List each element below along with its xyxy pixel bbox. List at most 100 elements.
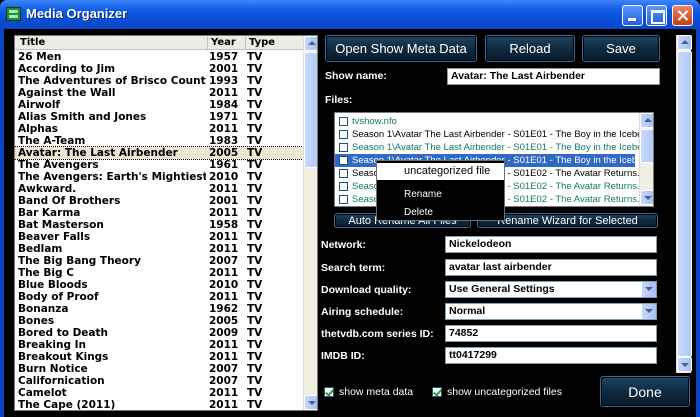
context-menu-delete[interactable]: Delete xyxy=(404,207,433,218)
table-row[interactable]: Against the Wall 2011 TV xyxy=(15,87,303,99)
table-row[interactable]: According to Jim 2001 TV xyxy=(15,63,303,75)
table-row[interactable]: Breakout Kings 2011 TV xyxy=(15,351,303,363)
chevron-down-icon[interactable] xyxy=(641,304,656,319)
table-row[interactable]: Bored to Death 2009 TV xyxy=(15,327,303,339)
show-list[interactable]: Title Year Type 26 Men 1957 TV According to… xyxy=(14,35,318,411)
table-row[interactable]: The Big Bang Theory 2007 TV xyxy=(15,255,303,267)
file-checkbox[interactable] xyxy=(339,169,348,178)
list-item[interactable]: Season 1\Avatar The Last Airbender - S01… xyxy=(335,141,653,154)
show-name-field[interactable]: Avatar: The Last Airbender xyxy=(447,68,660,85)
table-row[interactable]: The A-Team 1983 TV xyxy=(15,135,303,147)
table-row[interactable]: Bedlam 2011 TV xyxy=(15,243,303,255)
table-row[interactable]: Awkward. 2011 TV xyxy=(15,183,303,195)
list-item[interactable]: tvshow.nfo xyxy=(335,115,635,128)
minimize-icon[interactable] xyxy=(622,5,643,26)
scroll-up-icon[interactable] xyxy=(677,35,692,50)
cell-title: Body of Proof xyxy=(18,291,99,303)
table-row[interactable]: Bones 2005 TV xyxy=(15,315,303,327)
list-scrollbar[interactable] xyxy=(303,36,317,410)
context-menu-rename[interactable]: Rename xyxy=(404,189,442,200)
table-row[interactable]: Alphas 2011 TV xyxy=(15,123,303,135)
cell-type: TV xyxy=(247,123,263,135)
window-title: Media Organizer xyxy=(26,6,128,21)
table-row[interactable]: The Adventures of Brisco County, Jr.1993… xyxy=(15,75,303,87)
table-row[interactable]: Avatar: The Last Airbender 2005 TV xyxy=(15,146,304,160)
cell-type: TV xyxy=(247,363,263,375)
imdb-id-field[interactable]: tt0417299 xyxy=(445,347,657,364)
scroll-down-icon[interactable] xyxy=(640,190,653,205)
list-header: Title Year Type xyxy=(15,36,303,50)
table-row[interactable]: Blue Bloods 2010 TV xyxy=(15,279,303,291)
cell-title: Awkward. xyxy=(18,183,77,195)
scroll-thumb[interactable] xyxy=(677,51,692,357)
show-meta-data-checkbox[interactable] xyxy=(324,387,334,397)
cell-type: TV xyxy=(247,327,263,339)
cell-year: 1958 xyxy=(209,219,239,231)
table-row[interactable]: The Avengers: Earth's Mightiest Her...20… xyxy=(15,171,303,183)
table-row[interactable]: Breaking In 2011 TV xyxy=(15,339,303,351)
table-row[interactable]: Band Of Brothers 2001 TV xyxy=(15,195,303,207)
column-header-type[interactable]: Type xyxy=(249,37,275,48)
column-divider[interactable] xyxy=(245,37,246,49)
table-row[interactable]: Californication 2007 TV xyxy=(15,375,303,387)
scroll-up-icon[interactable] xyxy=(304,36,317,51)
cell-title: The A-Team xyxy=(18,135,86,147)
table-row[interactable]: Bonanza 1962 TV xyxy=(15,303,303,315)
show-uncategorized-checkbox[interactable] xyxy=(432,387,442,397)
save-button[interactable]: Save xyxy=(582,35,660,62)
file-checkbox[interactable] xyxy=(339,195,348,204)
table-row[interactable]: Beaver Falls 2011 TV xyxy=(15,231,303,243)
table-row[interactable]: Burn Notice 2007 TV xyxy=(15,363,303,375)
reload-button[interactable]: Reload xyxy=(485,35,575,62)
scroll-thumb[interactable] xyxy=(304,52,317,168)
file-name: tvshow.nfo xyxy=(352,116,397,127)
cell-type: TV xyxy=(247,351,263,363)
scroll-up-icon[interactable] xyxy=(640,113,653,128)
cell-type: TV xyxy=(247,111,263,123)
files-scrollbar[interactable] xyxy=(639,113,653,206)
file-checkbox[interactable] xyxy=(339,130,348,139)
cell-type: TV xyxy=(247,399,263,411)
table-row[interactable]: Bar Karma 2011 TV xyxy=(15,207,303,219)
cell-type: TV xyxy=(247,147,263,159)
done-button[interactable]: Done xyxy=(600,376,690,407)
download-quality-select[interactable]: Use General Settings xyxy=(445,281,657,298)
file-checkbox[interactable] xyxy=(339,117,348,126)
cell-type: TV xyxy=(247,99,263,111)
table-row[interactable]: 26 Men 1957 TV xyxy=(15,51,303,63)
tvdb-id-field[interactable]: 74852 xyxy=(445,325,657,342)
airing-schedule-value: Normal xyxy=(449,305,486,317)
column-header-title[interactable]: Title xyxy=(20,37,45,48)
table-row[interactable]: The Cape (2011) 2011 TV xyxy=(15,399,303,411)
column-header-year[interactable]: Year xyxy=(211,37,236,48)
table-row[interactable]: The Avengers 1961 TV xyxy=(15,159,303,171)
file-checkbox[interactable] xyxy=(339,156,348,165)
scroll-down-icon[interactable] xyxy=(677,357,692,372)
table-row[interactable]: Bat Masterson 1958 TV xyxy=(15,219,303,231)
close-icon[interactable] xyxy=(672,5,693,26)
list-item[interactable]: Season 1\Avatar The Last Airbender - S01… xyxy=(335,128,653,141)
table-row[interactable]: Camelot 2011 TV xyxy=(15,387,303,399)
cell-title: Beaver Falls xyxy=(18,231,91,243)
table-row[interactable]: Alias Smith and Jones 1971 TV xyxy=(15,111,303,123)
file-name: Season 1\Avatar The Last Airbender - S01… xyxy=(352,129,654,140)
table-row[interactable]: The Big C 2011 TV xyxy=(15,267,303,279)
open-show-meta-button[interactable]: Open Show Meta Data xyxy=(325,35,477,62)
maximize-icon[interactable] xyxy=(646,5,667,26)
table-row[interactable]: Body of Proof 2011 TV xyxy=(15,291,303,303)
details-scrollbar[interactable] xyxy=(676,35,692,373)
scroll-thumb[interactable] xyxy=(640,129,653,163)
table-row[interactable]: Airwolf 1984 TV xyxy=(15,99,303,111)
search-term-field[interactable]: avatar last airbender xyxy=(445,259,657,276)
airing-schedule-select[interactable]: Normal xyxy=(445,303,657,320)
column-divider[interactable] xyxy=(207,37,208,49)
title-bar[interactable]: Media Organizer xyxy=(0,0,700,29)
cell-year: 2011 xyxy=(209,399,239,411)
cell-title: The Big C xyxy=(18,267,74,279)
chevron-down-icon[interactable] xyxy=(641,282,656,297)
cell-year: 2005 xyxy=(209,147,239,159)
file-checkbox[interactable] xyxy=(339,143,348,152)
network-field[interactable]: Nickelodeon xyxy=(445,236,657,253)
file-checkbox[interactable] xyxy=(339,182,348,191)
scroll-down-icon[interactable] xyxy=(304,395,317,410)
